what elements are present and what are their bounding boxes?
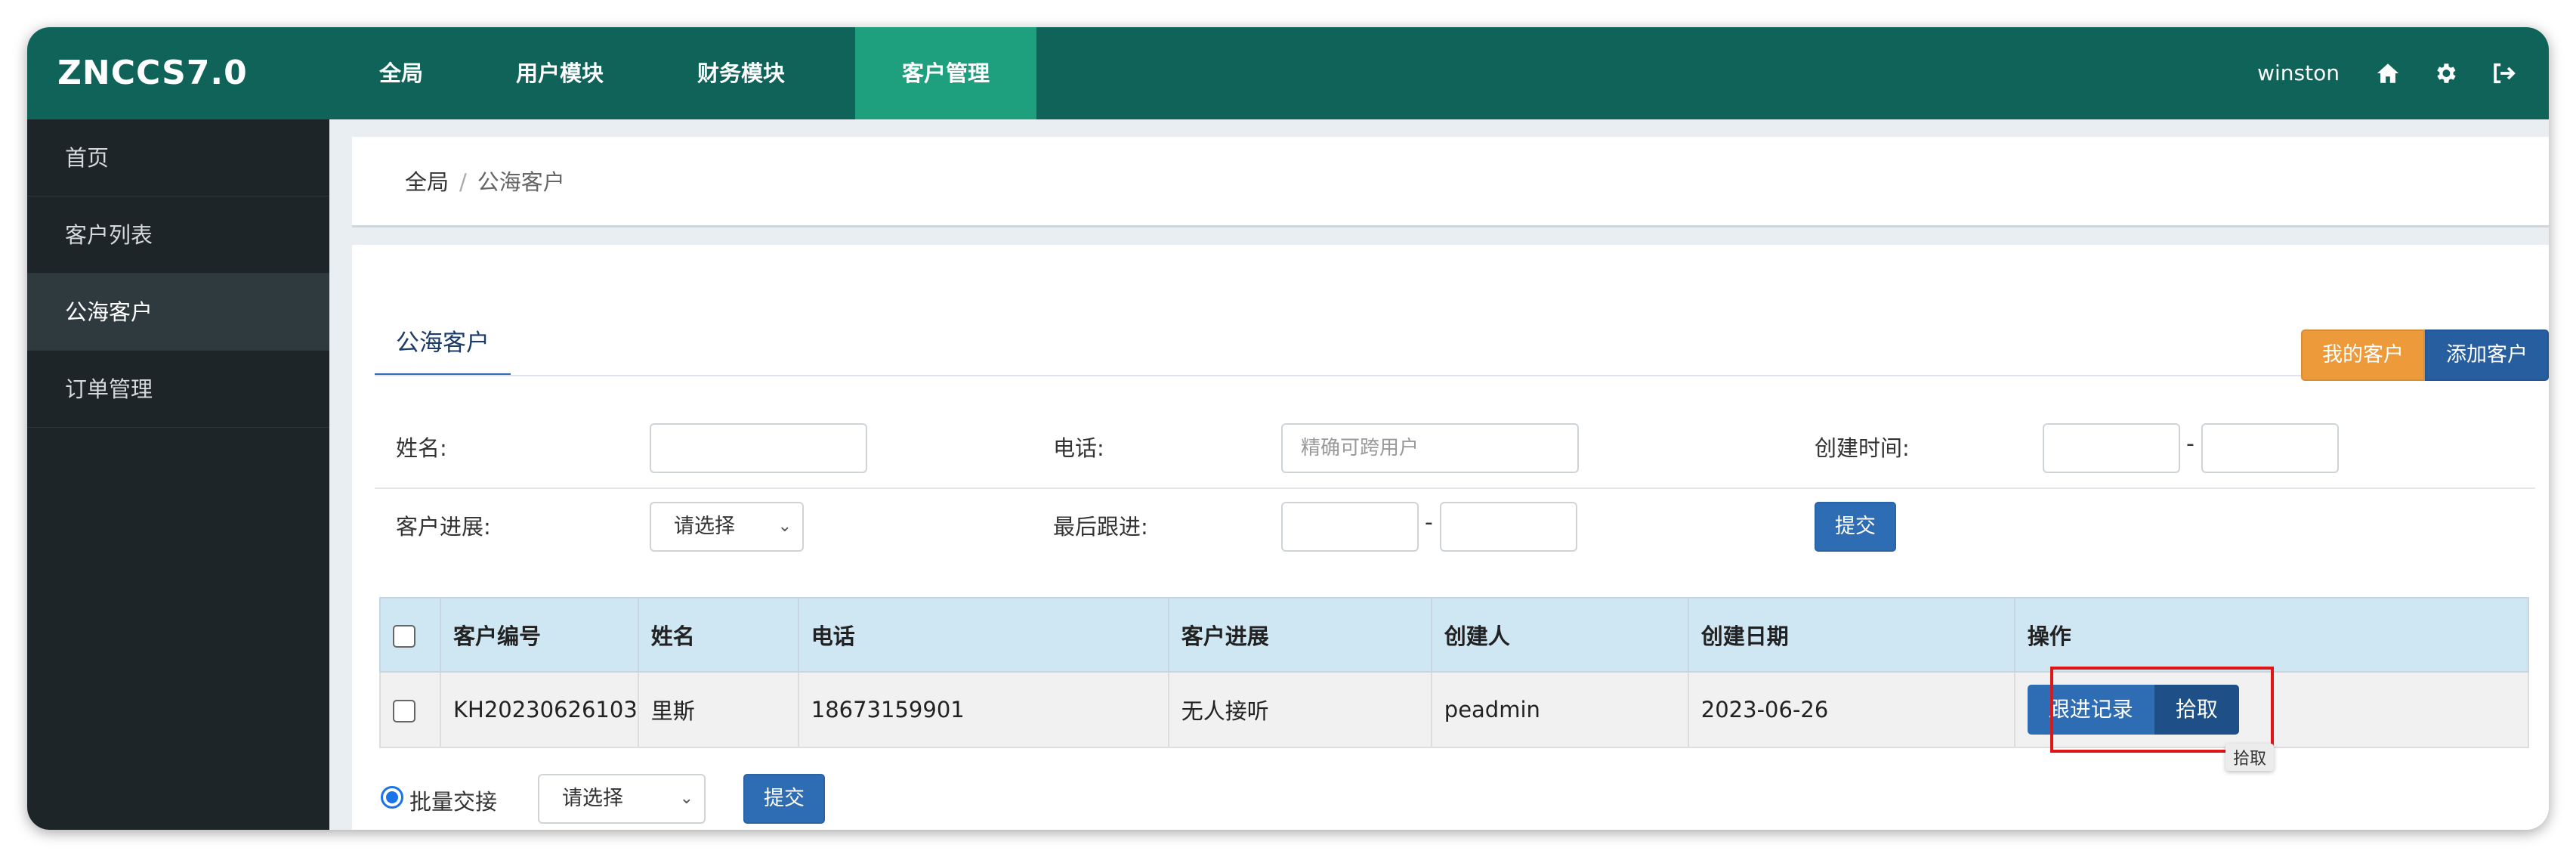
column-header: 客户编号 [440, 597, 639, 673]
bulk-handover-radio[interactable] [381, 786, 403, 809]
gear-icon[interactable] [2432, 60, 2458, 86]
last-follow-to-input[interactable] [1440, 502, 1577, 552]
bulk-handover-label: 批量交接 [409, 789, 498, 815]
add-customer-button[interactable]: 添加客户 [2425, 329, 2549, 381]
progress-label: 客户进展: [396, 514, 491, 540]
tab-divider [375, 375, 2535, 376]
brand-logo[interactable]: ZNCCS7.0 [57, 27, 248, 119]
table-header-row: 客户编号 姓名 电话 客户进展 创建人 创建日期 操作 [379, 597, 2530, 673]
breadcrumb-separator: / [459, 169, 467, 195]
customer-table: 客户编号 姓名 电话 客户进展 创建人 创建日期 操作 KH2023062610… [379, 597, 2530, 748]
sidebar-item-customer-list[interactable]: 客户列表 [27, 196, 329, 274]
bulk-submit-button[interactable]: 提交 [743, 774, 825, 824]
main-content: 公海客户 我的客户 添加客户 姓名: 电话: 精确可跨用户 创建时间: - 客户… [352, 245, 2549, 830]
last-follow-label: 最后跟进: [1053, 514, 1148, 540]
pick-up-tooltip: 拾取 [2225, 744, 2275, 771]
select-all-cell [379, 597, 441, 673]
column-header: 操作 [2013, 597, 2530, 673]
created-time-label: 创建时间: [1815, 435, 1910, 461]
sidebar: 首页 客户列表 公海客户 订单管理 [27, 119, 329, 830]
sidebar-item-home[interactable]: 首页 [27, 119, 329, 196]
phone-input[interactable]: 精确可跨用户 [1281, 423, 1579, 473]
chevron-down-icon: ⌄ [679, 789, 693, 808]
nav-item-customer-management[interactable]: 客户管理 [855, 27, 1036, 119]
bulk-select-value: 请选择 [562, 787, 623, 810]
nav-item-finance-module[interactable]: 财务模块 [647, 27, 836, 119]
date-range-dash: - [2186, 431, 2195, 457]
breadcrumb: 全局 / 公海客户 [405, 137, 565, 227]
bulk-handover-select[interactable]: 请选择 ⌄ [538, 774, 706, 824]
logout-icon[interactable] [2490, 60, 2516, 86]
column-header: 电话 [797, 597, 1169, 673]
select-all-checkbox[interactable] [393, 625, 415, 648]
home-icon[interactable] [2375, 60, 2401, 86]
follow-records-button[interactable]: 跟进记录 [2027, 685, 2154, 735]
sidebar-item-order-management[interactable]: 订单管理 [27, 351, 329, 428]
row-checkbox[interactable] [393, 700, 415, 722]
chevron-down-icon: ⌄ [777, 517, 792, 536]
breadcrumb-current: 公海客户 [477, 169, 565, 195]
user-name[interactable]: winston [2257, 27, 2340, 119]
last-follow-from-input[interactable] [1281, 502, 1419, 552]
pick-up-button[interactable]: 拾取 [2154, 685, 2239, 735]
column-header: 姓名 [637, 597, 799, 673]
cell-progress: 无人接听 [1167, 671, 1432, 748]
phone-label: 电话: [1053, 435, 1104, 461]
column-header: 客户进展 [1167, 597, 1432, 673]
name-input[interactable] [650, 423, 867, 473]
breadcrumb-panel: 全局 / 公海客户 [352, 137, 2549, 227]
cell-created-date: 2023-06-26 [1687, 671, 2015, 748]
app-window: ZNCCS7.0 全局 用户模块 财务模块 客户管理 winston 首页 客户… [27, 27, 2549, 830]
name-label: 姓名: [396, 435, 447, 461]
created-to-input[interactable] [2201, 423, 2339, 473]
breadcrumb-home[interactable]: 全局 [405, 169, 449, 195]
progress-select[interactable]: 请选择 ⌄ [650, 502, 804, 552]
cell-customer-id: KH20230626103 [440, 671, 639, 748]
filter-divider [375, 487, 2535, 489]
cell-creator: peadmin [1430, 671, 1689, 748]
column-header: 创建日期 [1687, 597, 2015, 673]
my-customers-button[interactable]: 我的客户 [2301, 329, 2425, 381]
cell-phone: 18673159901 [797, 671, 1169, 748]
nav-item-global[interactable]: 全局 [329, 27, 473, 119]
column-header: 创建人 [1430, 597, 1689, 673]
sidebar-item-public-customers[interactable]: 公海客户 [27, 274, 329, 351]
filter-submit-button[interactable]: 提交 [1815, 502, 1896, 552]
table-row: KH20230626103 里斯 18673159901 无人接听 peadmi… [379, 671, 2530, 748]
tab-public-customers[interactable]: 公海客户 [375, 317, 511, 376]
top-navbar: ZNCCS7.0 全局 用户模块 财务模块 客户管理 winston [27, 27, 2549, 119]
row-select-cell [379, 671, 441, 748]
cell-actions: 跟进记录 拾取 [2013, 671, 2530, 748]
progress-select-value: 请选择 [674, 515, 735, 538]
created-from-input[interactable] [2043, 423, 2180, 473]
date-range-dash: - [1425, 509, 1433, 536]
cell-name: 里斯 [637, 671, 799, 748]
nav-item-user-module[interactable]: 用户模块 [473, 27, 647, 119]
